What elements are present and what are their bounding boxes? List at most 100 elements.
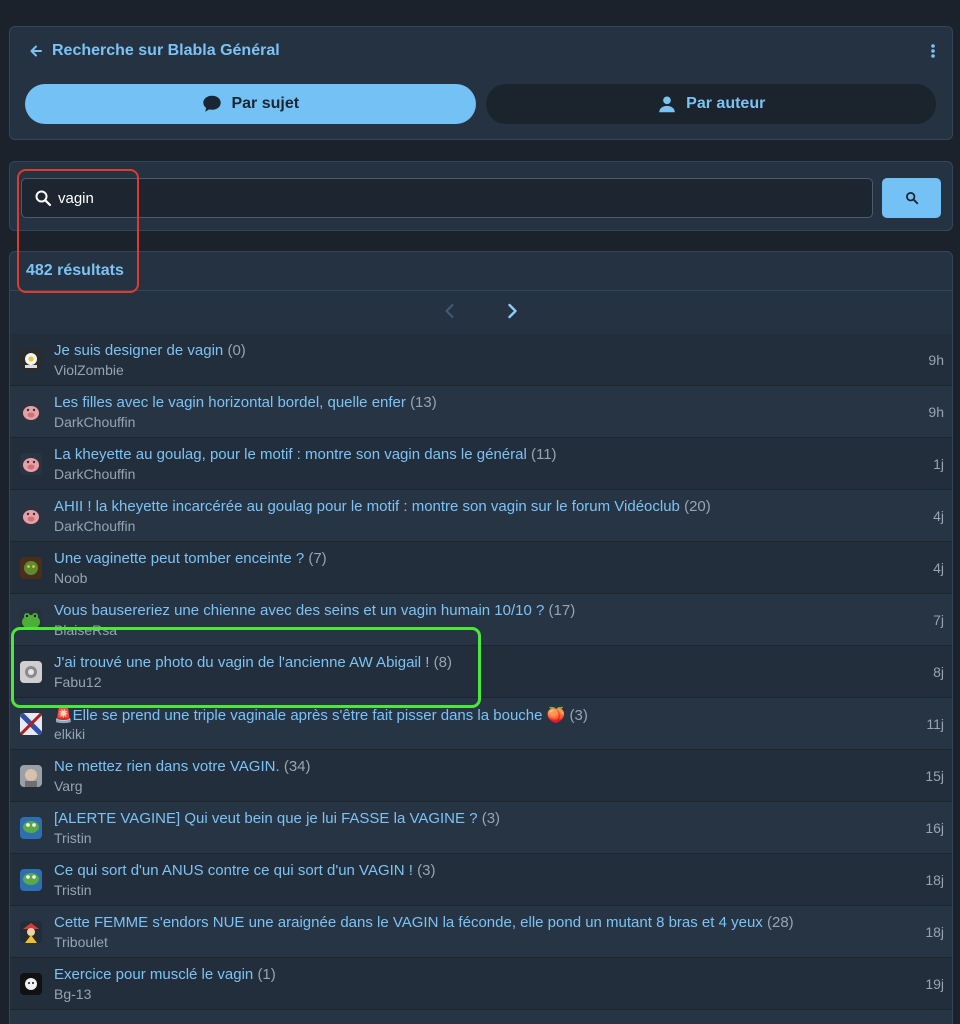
topic-time: 16j xyxy=(925,820,944,836)
grey-avatar xyxy=(20,661,42,683)
topic-title[interactable]: Je suis designer de vagin xyxy=(54,342,223,359)
search-icon xyxy=(905,192,918,205)
topic-author: Triboulet xyxy=(54,934,108,950)
list-item[interactable]: J'ai trouvé une photo du vagin de l'anci… xyxy=(10,646,952,698)
reply-count: (17) xyxy=(548,602,576,619)
topic-time: 4j xyxy=(933,560,944,576)
topic-time: 9h xyxy=(928,352,944,368)
more-options-icon[interactable] xyxy=(928,42,938,60)
reply-count: (0) xyxy=(227,342,246,359)
topic-author: ViolZombie xyxy=(54,362,124,378)
reply-count: (3) xyxy=(417,862,436,879)
topic-title[interactable]: 🚨Elle se prend une triple vaginale après… xyxy=(54,707,565,724)
next-page-icon[interactable] xyxy=(503,302,521,325)
results-panel: 482 résultats Je suis designer de vagin … xyxy=(9,251,953,1024)
topic-time: 1j xyxy=(933,456,944,472)
topic-time: 11j xyxy=(926,716,944,732)
topic-author: BlaiseRsa xyxy=(54,622,118,638)
results-list: Je suis designer de vagin (0) ViolZombie… xyxy=(10,334,952,1024)
list-item[interactable]: Cette FEMME s'endors NUE une araignée da… xyxy=(10,906,952,958)
search-mode-tabs: Par sujet Par auteur xyxy=(25,84,936,124)
topic-title[interactable]: Exercice pour musclé le vagin xyxy=(54,966,253,983)
reply-count: (7) xyxy=(308,550,327,567)
search-field[interactable] xyxy=(21,178,873,218)
previous-page-icon[interactable] xyxy=(441,302,459,325)
topic-time: 19j xyxy=(925,976,944,992)
topic-time: 8j xyxy=(933,664,944,680)
frog-avatar xyxy=(20,609,42,631)
topic-author: Varg xyxy=(54,778,83,794)
search-input[interactable] xyxy=(58,189,838,207)
list-item[interactable]: Vous bausereriez une chienne avec des se… xyxy=(10,594,952,646)
page-title[interactable]: Recherche sur Blabla Général xyxy=(52,42,280,60)
topic-title[interactable]: Les filles avec le vagin horizontal bord… xyxy=(54,394,406,411)
reply-count: (1) xyxy=(257,966,276,983)
search-header: Recherche sur Blabla Général Par sujet P… xyxy=(9,26,953,140)
list-item[interactable]: Exercice pour musclé le vagin (1) Bg-13 … xyxy=(10,958,952,1010)
pepe-avatar xyxy=(20,817,42,839)
topic-title[interactable]: Ne mettez rien dans votre VAGIN. xyxy=(54,758,280,775)
topic-title[interactable]: Vous bausereriez une chienne avec des se… xyxy=(54,602,544,619)
topic-time: 18j xyxy=(925,872,944,888)
topic-author: elkiki xyxy=(54,726,86,742)
topic-title[interactable]: [ALERTE VAGINE] Qui veut bein que je lui… xyxy=(54,810,478,827)
reply-count: (28) xyxy=(766,914,794,931)
topic-author: Bg-13 xyxy=(54,986,92,1002)
list-item[interactable] xyxy=(10,1010,952,1024)
pig-avatar xyxy=(20,453,42,475)
results-count: 482 résultats xyxy=(26,262,124,279)
reply-count: (20) xyxy=(684,498,711,515)
back-arrow-icon[interactable] xyxy=(28,43,44,59)
egg-avatar xyxy=(20,349,42,371)
list-item[interactable]: Ne mettez rien dans votre VAGIN. (34) Va… xyxy=(10,750,952,802)
face-avatar xyxy=(20,765,42,787)
list-item[interactable]: La kheyette au goulag, pour le motif : m… xyxy=(10,438,952,490)
tab-par-auteur[interactable]: Par auteur xyxy=(485,84,936,124)
pepe-avatar xyxy=(20,869,42,891)
topic-title[interactable]: La kheyette au goulag, pour le motif : m… xyxy=(54,446,527,463)
topic-title[interactable]: AHII ! la kheyette incarcérée au goulag … xyxy=(54,498,680,515)
header-row: Recherche sur Blabla Général xyxy=(28,39,938,63)
search-button[interactable] xyxy=(882,178,941,218)
topic-time: 9h xyxy=(928,404,944,420)
topic-author: Tristin xyxy=(54,882,92,898)
list-item[interactable]: Je suis designer de vagin (0) ViolZombie… xyxy=(10,334,952,386)
topic-time: 15j xyxy=(925,768,944,784)
topic-author: DarkChouffin xyxy=(54,466,136,482)
pagination xyxy=(10,292,952,334)
topic-author: DarkChouffin xyxy=(54,414,136,430)
pig-avatar xyxy=(20,505,42,527)
flag-avatar xyxy=(20,713,42,735)
tab-par-sujet[interactable]: Par sujet xyxy=(25,84,476,124)
topic-title[interactable]: Ce qui sort d'un ANUS contre ce qui sort… xyxy=(54,862,413,879)
chat-bubble-icon xyxy=(203,95,222,112)
jester-avatar xyxy=(20,921,42,943)
topic-time: 7j xyxy=(933,612,944,628)
reply-count: (13) xyxy=(410,394,437,411)
topic-author: DarkChouffin xyxy=(54,518,136,534)
search-panel xyxy=(9,161,953,231)
reply-count: (3) xyxy=(569,707,588,724)
tab-par-auteur-label: Par auteur xyxy=(686,95,766,112)
pig-avatar xyxy=(20,401,42,423)
reply-count: (3) xyxy=(481,810,501,827)
list-item[interactable]: Les filles avec le vagin horizontal bord… xyxy=(10,386,952,438)
ghost-avatar xyxy=(20,973,42,995)
topic-time: 18j xyxy=(925,924,944,940)
list-item[interactable]: Ce qui sort d'un ANUS contre ce qui sort… xyxy=(10,854,952,906)
topic-time: 4j xyxy=(933,508,944,524)
topic-title[interactable]: J'ai trouvé une photo du vagin de l'anci… xyxy=(54,654,429,671)
divider xyxy=(10,290,952,291)
reply-count: (11) xyxy=(530,446,557,463)
tab-par-sujet-label: Par sujet xyxy=(231,95,300,112)
reply-count: (8) xyxy=(433,654,452,671)
topic-author: Noob xyxy=(54,570,88,586)
topic-author: Tristin xyxy=(54,830,92,846)
topic-title[interactable]: Cette FEMME s'endors NUE une araignée da… xyxy=(54,914,763,931)
topic-author: Fabu12 xyxy=(54,674,102,690)
list-item[interactable]: [ALERTE VAGINE] Qui veut bein que je lui… xyxy=(10,802,952,854)
list-item[interactable]: AHII ! la kheyette incarcérée au goulag … xyxy=(10,490,952,542)
list-item[interactable]: 🚨Elle se prend une triple vaginale après… xyxy=(10,698,952,750)
topic-title[interactable]: Une vaginette peut tomber enceinte ? xyxy=(54,550,304,567)
list-item[interactable]: Une vaginette peut tomber enceinte ? (7)… xyxy=(10,542,952,594)
